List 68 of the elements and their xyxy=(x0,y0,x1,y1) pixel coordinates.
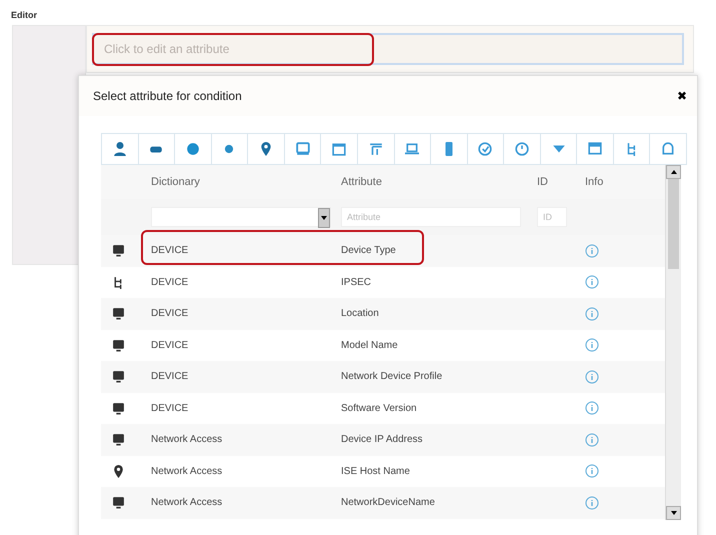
table-cell-text: DEVICE xyxy=(151,276,190,290)
table-cell-text: Model Name xyxy=(341,338,399,353)
table-cell-text: DEVICE xyxy=(151,307,190,322)
table-cell-text: Network Access xyxy=(151,464,224,479)
table-cell-text: DEVICE xyxy=(151,402,190,416)
check-circle-icon xyxy=(478,142,492,156)
column-header: ID xyxy=(537,174,549,190)
dictionary-select[interactable] xyxy=(151,207,331,227)
info-icon[interactable] xyxy=(585,338,599,352)
table-cell-text: DEVICE xyxy=(151,370,190,384)
pin-icon xyxy=(259,142,274,156)
monitor-icon xyxy=(112,433,125,446)
device-icon xyxy=(112,496,125,510)
id-filter-field[interactable]: ID xyxy=(537,207,567,227)
caret-icon xyxy=(321,216,327,220)
scrollbar[interactable] xyxy=(665,165,681,520)
column-header: Info xyxy=(585,174,604,190)
table-cell-text: Network Device Profile xyxy=(341,370,444,384)
table-row[interactable]: DEVICE IPSEC xyxy=(101,266,665,298)
table-row[interactable]: DEVICE Software Version xyxy=(101,392,665,424)
device-icon xyxy=(296,142,310,156)
attribute-filter-field[interactable]: Attribute xyxy=(341,207,521,227)
table-cell-text: DEVICE xyxy=(151,338,190,353)
table-cell-text: Network Access xyxy=(151,433,224,448)
column-header: Attribute xyxy=(341,174,383,190)
laptop-icon xyxy=(405,142,420,156)
info-icon[interactable] xyxy=(585,275,599,290)
info-icon[interactable] xyxy=(585,306,599,321)
clock-icon xyxy=(514,142,529,156)
table-cell-text: DEVICE xyxy=(151,244,190,258)
scroll-down-icon[interactable] xyxy=(670,511,676,515)
info-icon[interactable] xyxy=(585,244,599,258)
table-row[interactable]: DEVICE Location xyxy=(101,298,665,330)
table-row[interactable]: DEVICE Model Name xyxy=(101,330,665,361)
table-cell-text: Device Type xyxy=(341,244,397,258)
info-icon[interactable] xyxy=(585,464,599,478)
table-cell-text: IPSEC xyxy=(341,276,372,290)
attribute-field[interactable]: Click to edit an attribute xyxy=(92,33,684,65)
info-icon[interactable] xyxy=(585,432,599,447)
table-cell-text: Network Access xyxy=(151,496,224,510)
pin-icon xyxy=(112,464,125,478)
person-icon xyxy=(112,142,127,156)
column-header: Dictionary xyxy=(151,174,201,190)
device-icon xyxy=(112,307,125,320)
table-row[interactable]: Network Access ISE Host Name xyxy=(101,456,665,487)
table-cell-text: Software Version xyxy=(341,402,418,416)
table-cell-text: NetworkDeviceName xyxy=(341,496,436,510)
table-cell-text: Device IP Address xyxy=(341,433,424,448)
info-icon[interactable] xyxy=(585,401,599,416)
table-cell-text: Location xyxy=(341,307,380,322)
table-row[interactable]: DEVICE Device Type xyxy=(101,235,665,266)
device-icon xyxy=(112,338,125,352)
table-row[interactable]: DEVICE Network Device Profile xyxy=(101,361,665,392)
info-icon[interactable] xyxy=(585,496,599,510)
scroll-up-icon[interactable] xyxy=(670,170,676,174)
device-icon xyxy=(112,244,125,258)
device-icon xyxy=(112,402,125,415)
popover-title: Select attribute for condition xyxy=(93,88,242,105)
table-row[interactable]: Network Access Device IP Address xyxy=(101,424,665,456)
table-row[interactable]: Network Access NetworkDeviceName xyxy=(101,487,665,518)
scroll-thumb[interactable] xyxy=(668,179,679,269)
device-icon xyxy=(112,370,125,384)
calendar-icon xyxy=(332,142,346,156)
table-cell-text: ISE Host Name xyxy=(341,464,411,479)
info-icon[interactable] xyxy=(585,370,599,384)
screen-icon xyxy=(588,142,602,156)
close-button[interactable]: ✖ xyxy=(677,87,687,105)
editor-label: Editor xyxy=(11,9,37,22)
